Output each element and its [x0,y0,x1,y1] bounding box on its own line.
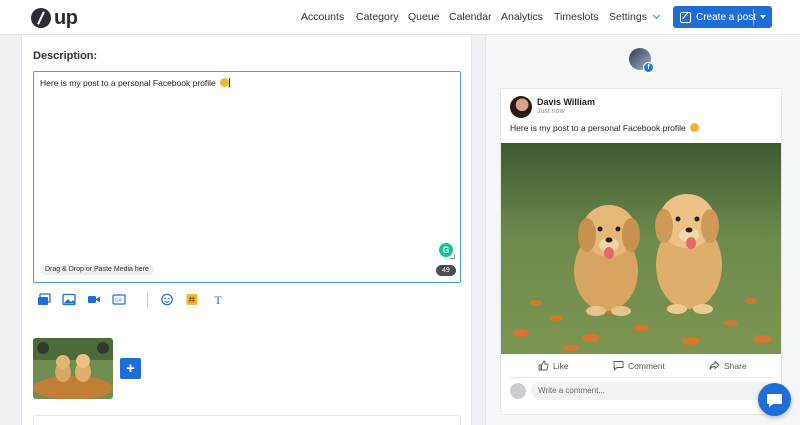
post-time: Just now [537,108,565,115]
nav-accounts[interactable]: Accounts [301,11,344,23]
chat-button[interactable] [758,383,791,416]
facebook-icon: f [643,62,654,73]
share-button[interactable]: Share [709,360,747,371]
text-format-glyph: T [214,293,222,306]
app-logo[interactable]: up [31,6,78,29]
post-text-content: Here is my post to a personal Facebook p… [510,123,686,133]
resize-handle-icon[interactable] [450,254,455,259]
nav-timeslots[interactable]: Timeslots [554,11,599,23]
editor-text: Here is my post to a personal Facebook p… [40,78,216,88]
nav-category[interactable]: Category [356,11,399,23]
chat-icon [767,394,782,407]
button-divider [753,9,754,25]
logo-text: up [54,6,78,29]
commenter-avatar [510,383,526,399]
comment-icon [613,361,624,371]
thumbs-up-icon [538,360,549,371]
editor-content[interactable]: Here is my post to a personal Facebook p… [40,78,231,88]
preview-panel: f Davis William Just now Here is my post… [485,35,800,425]
nav-settings[interactable]: Settings [609,11,660,23]
hashtag-icon[interactable] [185,293,199,306]
post-text: Here is my post to a personal Facebook p… [510,123,700,133]
nav-calendar[interactable]: Calendar [449,11,492,23]
like-label: Like [553,360,569,371]
post-actions: Like Comment Share [501,355,781,376]
delete-media-icon[interactable] [97,342,109,354]
text-format-icon[interactable]: T [211,293,225,306]
emoji-icon[interactable] [160,293,174,306]
actions-divider [510,377,774,378]
smiley-emoji-icon [220,78,230,87]
share-icon [709,360,720,370]
add-media-button[interactable]: + [120,358,141,379]
like-button[interactable]: Like [538,360,569,371]
character-count-badge: 49 [436,265,456,276]
nav-queue[interactable]: Queue [408,11,440,23]
create-post-label: Create a post [696,11,757,23]
logo-mark-icon [31,8,51,28]
edit-media-icon[interactable] [37,342,49,354]
dropdown-caret-icon[interactable] [760,15,766,19]
nav-settings-label: Settings [609,11,647,23]
gallery-icon[interactable] [37,293,51,306]
comment-button[interactable]: Comment [613,360,665,371]
gif-icon-text: GIF [115,298,123,303]
next-section-box [33,415,461,425]
gif-icon[interactable]: GIF [112,293,126,306]
text-cursor [229,78,231,87]
image-icon[interactable] [62,293,76,306]
nav-analytics[interactable]: Analytics [501,11,543,23]
toolbar-divider [147,291,148,309]
comment-input[interactable]: Write a comment... [531,382,776,400]
facebook-post-preview: Davis William Just now Here is my post t… [500,88,782,415]
chevron-down-icon [652,11,660,20]
top-navbar: up Accounts Category Queue Calendar Anal… [0,0,800,35]
create-post-button[interactable]: Create a post [673,6,772,28]
description-editor[interactable]: Here is my post to a personal Facebook p… [33,71,461,283]
smiley-emoji-icon [690,123,700,132]
drag-drop-media-chip[interactable]: Drag & Drop or Paste Media here [40,264,154,275]
composer-panel: Description: Here is my post to a person… [21,35,472,425]
description-label: Description: [33,50,98,62]
comment-label: Comment [628,360,665,371]
media-thumbnail[interactable] [33,338,113,399]
author-name: Davis William [537,97,595,107]
video-icon[interactable] [87,293,101,306]
puppies-post-image [501,143,781,354]
edit-icon [680,11,691,23]
author-avatar [510,96,532,118]
share-label: Share [724,360,747,371]
